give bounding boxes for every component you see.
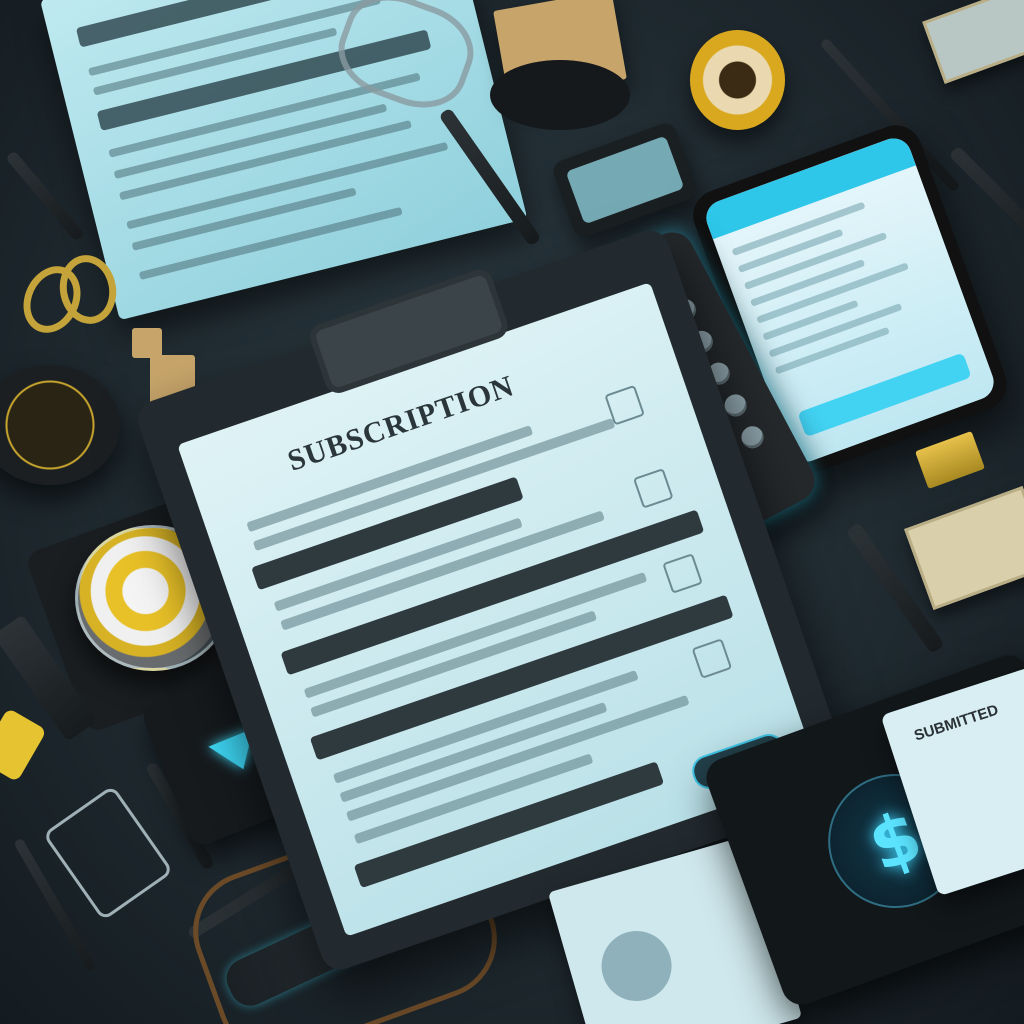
calc-key[interactable] bbox=[737, 422, 768, 453]
dollar-bill bbox=[922, 0, 1024, 84]
phone-action-button[interactable] bbox=[797, 352, 972, 438]
dollar-bill bbox=[904, 486, 1024, 610]
wooden-block bbox=[132, 328, 162, 358]
scissors-blade bbox=[5, 150, 85, 242]
tape-roll bbox=[690, 30, 785, 130]
submitted-title: SUBMITTED bbox=[912, 701, 1001, 745]
small-display-device bbox=[550, 120, 700, 240]
paper-clip bbox=[42, 784, 174, 922]
checkbox[interactable] bbox=[662, 553, 703, 594]
box-stand bbox=[490, 60, 630, 130]
yellow-tag bbox=[0, 707, 47, 783]
checkbox[interactable] bbox=[691, 638, 733, 679]
binder-clip bbox=[914, 430, 986, 490]
coffee-cup bbox=[0, 365, 120, 485]
checkbox[interactable] bbox=[632, 468, 674, 509]
bird-illustration bbox=[593, 922, 680, 1010]
desk-scene: SUBSCRIPTION SUBMIT $ bbox=[0, 0, 1024, 1024]
